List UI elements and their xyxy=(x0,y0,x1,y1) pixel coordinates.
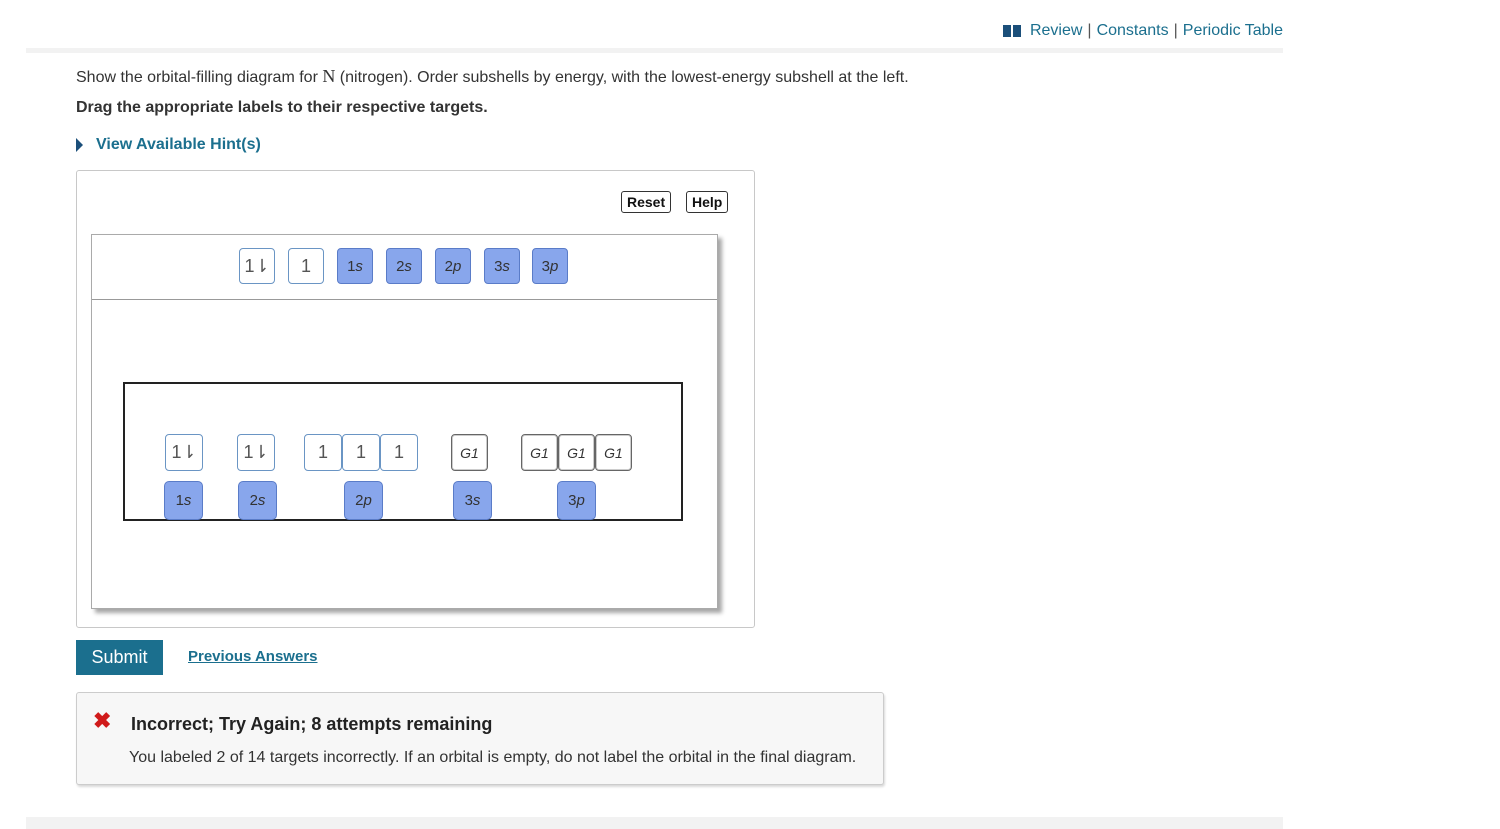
hints-label: View Available Hint(s) xyxy=(96,136,261,153)
palette-2p-label[interactable]: 2p xyxy=(435,248,471,284)
orbital-1s-box[interactable]: 1⇂ xyxy=(165,434,203,471)
drag-drop-widget: Reset Help 1⇂ 1 1s 2s 2p 3s 3p 1⇂ 1⇂ 1 1… xyxy=(76,170,755,628)
orbital-3s-box[interactable]: G1 xyxy=(451,434,488,471)
review-link[interactable]: Review xyxy=(1030,22,1082,40)
orbital-2s-box[interactable]: 1⇂ xyxy=(237,434,275,471)
triangle-right-icon xyxy=(76,138,83,152)
label-palette: 1⇂ 1 1s 2s 2p 3s 3p xyxy=(92,235,717,300)
bottom-bar xyxy=(26,817,1283,829)
feedback-title: Incorrect; Try Again; 8 attempts remaini… xyxy=(131,714,493,734)
subshell-label-1s[interactable]: 1s xyxy=(164,481,203,520)
palette-3s-label[interactable]: 3s xyxy=(484,248,520,284)
feedback-panel: ✖ Incorrect; Try Again; 8 attempts remai… xyxy=(76,692,884,785)
link-separator: | xyxy=(1087,22,1092,39)
submit-button[interactable]: Submit xyxy=(76,640,163,675)
orbital-3p-box-1[interactable]: G1 xyxy=(521,434,558,471)
constants-link[interactable]: Constants xyxy=(1097,22,1169,40)
orbital-3p-box-3[interactable]: G1 xyxy=(595,434,632,471)
x-icon: ✖ xyxy=(93,708,112,733)
question-prefix: Show the orbital-filling diagram for xyxy=(76,69,323,86)
palette-1s-label[interactable]: 1s xyxy=(337,248,373,284)
book-icon xyxy=(1002,25,1021,37)
orbital-2p-box-2[interactable]: 1 xyxy=(342,434,380,471)
previous-answers-link[interactable]: Previous Answers xyxy=(188,648,318,665)
reset-button[interactable]: Reset xyxy=(621,191,672,213)
periodic-table-link[interactable]: Periodic Table xyxy=(1183,22,1283,40)
resource-links: Review | Constants | Periodic Table xyxy=(1002,22,1283,40)
subshell-label-3s[interactable]: 3s xyxy=(453,481,492,520)
palette-3p-label[interactable]: 3p xyxy=(532,248,568,284)
orbital-diagram: 1⇂ 1⇂ 1 1 1 G1 G1 G1 G1 1s 2s 2p 3s 3p xyxy=(123,382,683,521)
subshell-label-3p[interactable]: 3p xyxy=(557,481,596,520)
palette-single-arrow-label[interactable]: 1 xyxy=(288,248,324,284)
view-hints-toggle[interactable]: View Available Hint(s) xyxy=(76,136,261,154)
link-separator: | xyxy=(1173,22,1178,39)
drag-canvas: 1⇂ 1 1s 2s 2p 3s 3p 1⇂ 1⇂ 1 1 1 G1 G1 G1… xyxy=(91,234,718,609)
palette-2s-label[interactable]: 2s xyxy=(386,248,422,284)
question-text: Show the orbital-filling diagram for N (… xyxy=(76,66,909,87)
orbital-2p-box-1[interactable]: 1 xyxy=(304,434,342,471)
feedback-message: You labeled 2 of 14 targets incorrectly.… xyxy=(129,749,857,766)
element-symbol: N xyxy=(322,66,336,86)
subshell-label-2s[interactable]: 2s xyxy=(238,481,277,520)
subshell-label-2p[interactable]: 2p xyxy=(344,481,383,520)
orbital-2p-box-3[interactable]: 1 xyxy=(380,434,418,471)
orbital-3p-box-2[interactable]: G1 xyxy=(558,434,595,471)
palette-paired-arrows-label[interactable]: 1⇂ xyxy=(239,248,275,284)
help-button[interactable]: Help xyxy=(686,191,729,213)
instruction-text: Drag the appropriate labels to their res… xyxy=(76,99,488,116)
top-bar: Review | Constants | Periodic Table xyxy=(26,0,1283,53)
question-suffix: (nitrogen). Order subshells by energy, w… xyxy=(335,69,909,86)
